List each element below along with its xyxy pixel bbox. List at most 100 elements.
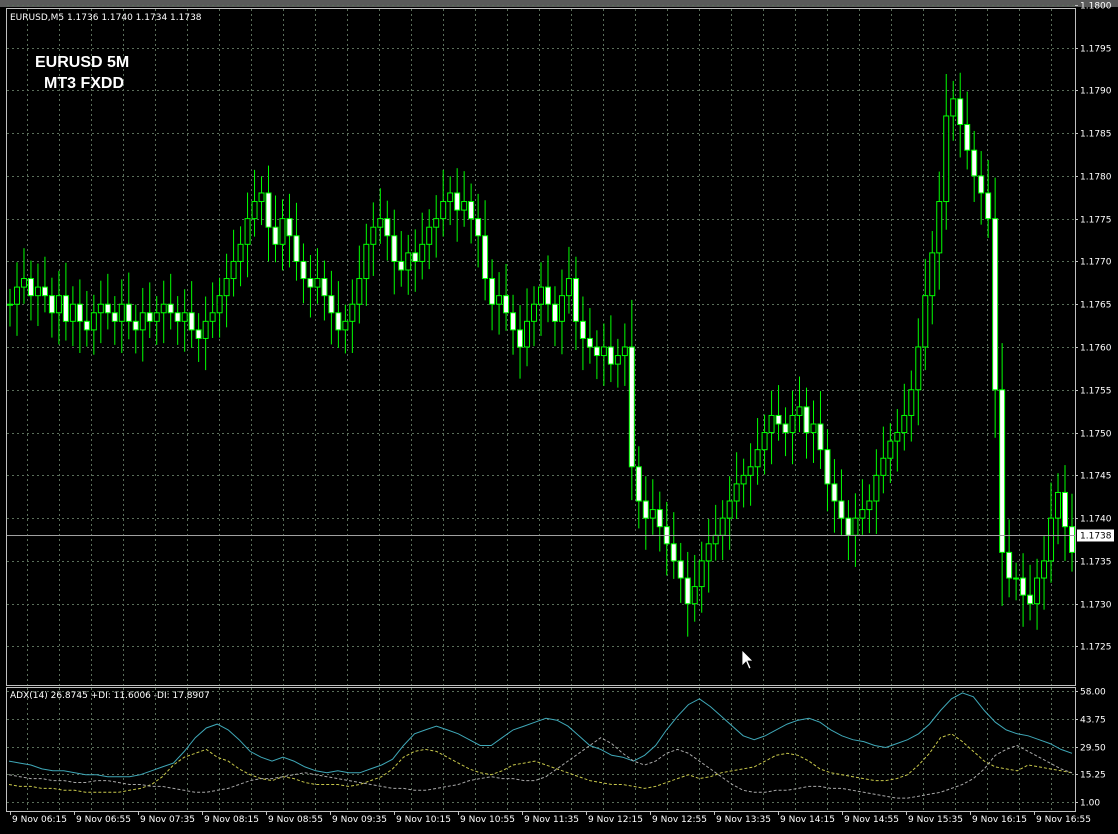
candle-body-up <box>20 278 27 288</box>
candle-body-up <box>419 243 426 262</box>
candle-body-up <box>314 278 321 288</box>
chart-canvas: 1.1800 1.1795 1.1790 1.1785 1.1780 1.1775 1.17… <box>0 0 1118 834</box>
candle-body-down <box>293 235 300 262</box>
candle-body-down <box>188 312 195 331</box>
candle-body-up <box>405 252 412 271</box>
candle-body-up <box>558 295 565 322</box>
price-tick-label: 1.1745 <box>1080 472 1112 482</box>
candle-body-down <box>579 320 586 339</box>
candle-body-down <box>272 226 279 245</box>
candle-body-down <box>475 218 482 237</box>
candle-body-down <box>335 312 342 331</box>
time-tick-label: 9 Nov 07:35 <box>140 815 195 825</box>
candle-body-down <box>174 312 181 322</box>
current-price-tag-text: 1.1738 <box>1080 532 1112 542</box>
candle-body-up <box>740 474 747 485</box>
candle-body-up <box>649 509 656 519</box>
candle-body-up <box>342 320 349 331</box>
candle-body-down <box>1020 577 1027 596</box>
candle-body-up <box>69 303 76 322</box>
price-tick-label: 1.1750 <box>1080 430 1112 440</box>
candle-body-up <box>237 243 244 262</box>
candle-body-up <box>356 278 363 305</box>
candle-body-up <box>796 406 803 416</box>
candle-body-down <box>111 312 118 322</box>
price-tick-label: 1.1770 <box>1080 258 1112 268</box>
candle-body-up <box>279 218 286 245</box>
candle-body-up <box>943 115 950 203</box>
candle-body-down <box>125 303 132 322</box>
time-tick-label: 9 Nov 09:35 <box>332 815 387 825</box>
candle-body-up <box>698 560 705 588</box>
candle-body-down <box>1062 491 1069 528</box>
candle-body-up <box>7 303 13 306</box>
price-tick-label: 1.1775 <box>1080 216 1112 226</box>
candle-body-down <box>83 320 90 331</box>
candle-body-up <box>209 312 216 322</box>
time-tick-label: 9 Nov 08:15 <box>204 815 259 825</box>
candle-body-down <box>544 286 551 305</box>
candle-body-up <box>524 320 531 348</box>
candle-body-down <box>670 543 677 562</box>
price-tick-label: 1.1735 <box>1080 558 1112 568</box>
adx-tick-label: 43.75 <box>1080 716 1106 726</box>
candle-body-up <box>852 517 859 536</box>
price-tick-label: 1.1740 <box>1080 515 1112 525</box>
price-tick-label: 1.1785 <box>1080 130 1112 140</box>
candle-body-down <box>817 423 824 451</box>
candle-body-down <box>684 577 691 605</box>
candle-body-down <box>971 149 978 177</box>
candle-body-up <box>901 414 908 434</box>
candle-body-up <box>202 320 209 339</box>
candle-body-up <box>789 414 796 434</box>
time-tick-label: 9 Nov 08:55 <box>268 815 323 825</box>
adx-tick-label: 58.00 <box>1080 688 1106 698</box>
candle-body-down <box>62 295 69 322</box>
candle-body-down <box>845 517 852 536</box>
candle-body-up <box>565 278 572 297</box>
price-tick-label: 1.1790 <box>1080 87 1112 97</box>
candle-body-up <box>880 457 887 476</box>
candle-body-up <box>859 509 866 519</box>
candle-body-up <box>887 440 894 459</box>
candle-body-up <box>915 346 922 391</box>
time-tick-label: 9 Nov 16:15 <box>972 815 1027 825</box>
candle-body-up <box>908 389 915 416</box>
candle-body-up <box>726 500 733 519</box>
candle-body-up <box>950 98 957 117</box>
chart-background <box>0 0 1118 834</box>
candle-body-up <box>621 346 628 357</box>
candle-body-down <box>328 295 335 314</box>
time-tick-label: 9 Nov 14:15 <box>780 815 835 825</box>
candle-body-down <box>286 218 293 237</box>
candle-body-up <box>614 355 621 365</box>
watermark-broker: MT3 FXDD <box>44 75 124 92</box>
candle-body-down <box>1027 594 1034 605</box>
price-tick-label: 1.1765 <box>1080 301 1112 311</box>
candle-body-up <box>461 201 468 211</box>
candle-body-down <box>957 98 964 126</box>
adx-tick-label: 1.00 <box>1080 799 1100 809</box>
time-tick-label: 9 Nov 16:55 <box>1036 815 1091 825</box>
candle-body-up <box>433 218 440 228</box>
candle-body-up <box>1055 491 1062 519</box>
candle-body-up <box>873 474 880 502</box>
candle-body-down <box>76 303 83 322</box>
candle-body-down <box>782 423 789 434</box>
candle-body-down <box>398 260 405 271</box>
time-tick-label: 9 Nov 15:35 <box>908 815 963 825</box>
candle-body-up <box>754 449 761 468</box>
candle-body-up <box>496 295 503 305</box>
price-tick-label: 1.1780 <box>1080 173 1112 183</box>
candle-body-up <box>377 218 384 228</box>
candle-body-down <box>1006 551 1013 579</box>
candle-body-down <box>607 346 614 365</box>
candle-body-up <box>153 312 160 322</box>
candle-body-up <box>712 534 719 545</box>
candle-body-down <box>775 414 782 425</box>
candle-body-down <box>27 278 34 297</box>
candle-body-down <box>468 201 475 220</box>
symbol-info: EURUSD,M5 1.1736 1.1740 1.1734 1.1738 <box>10 13 202 23</box>
time-tick-label: 9 Nov 11:35 <box>524 815 579 825</box>
candle-body-up <box>426 226 433 245</box>
